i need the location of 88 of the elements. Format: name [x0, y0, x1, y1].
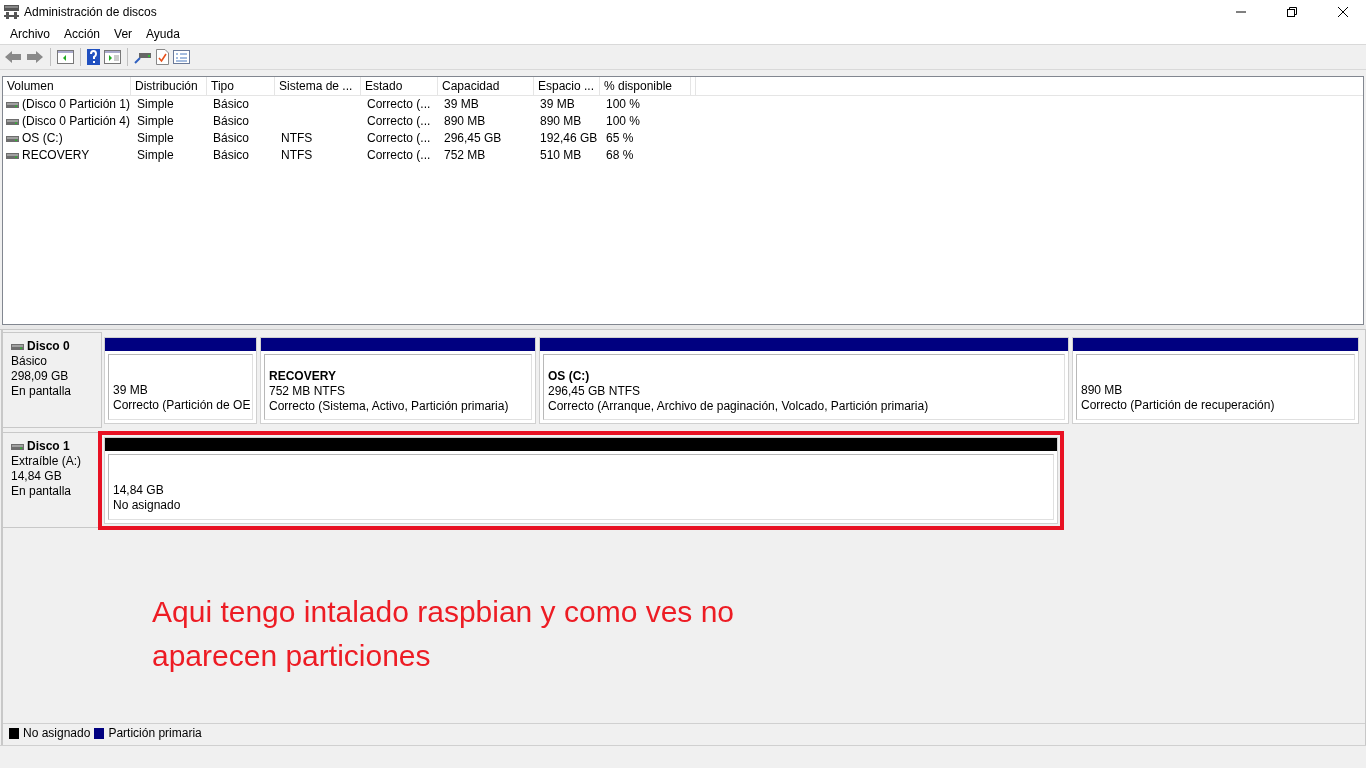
restore-icon[interactable]	[1287, 7, 1297, 17]
window-title: Administración de discos	[24, 5, 158, 19]
column-header[interactable]: % disponible	[600, 77, 691, 95]
table-cell: Correcto (...	[367, 96, 431, 113]
table-cell: 752 MB	[444, 147, 486, 164]
table-cell: (Disco 0 Partición 4)	[22, 113, 131, 130]
partition-block[interactable]: RECOVERY 752 MB NTFS Correcto (Sistema, Activo, Partición primaria)	[260, 337, 536, 424]
menu-item[interactable]: Acción	[57, 27, 108, 41]
partition-status: Correcto (Partición de OE	[113, 398, 248, 413]
legend-label: Partición primaria	[108, 726, 202, 740]
disk-label-panel[interactable]: Disco 0 Básico 298,09 GB En pantalla	[3, 332, 102, 428]
table-cell: 890 MB	[444, 113, 486, 130]
table-cell: Simple	[137, 130, 174, 147]
partition-size: 890 MB	[1081, 383, 1124, 398]
partition-name: OS (C:)	[548, 368, 591, 384]
forward-arrow-icon[interactable]	[26, 50, 44, 64]
table-cell: Simple	[137, 147, 174, 164]
partition-size: 296,45 GB NTFS	[548, 383, 642, 399]
table-cell: Básico	[213, 130, 250, 147]
table-cell: Correcto (...	[367, 147, 431, 164]
legend-label: No asignado	[23, 726, 91, 740]
table-cell: NTFS	[281, 147, 313, 164]
action-pane-icon[interactable]	[104, 50, 121, 64]
disk-type: Básico	[11, 354, 49, 369]
partition-block[interactable]: 39 MB Correcto (Partición de OE	[104, 337, 257, 424]
help-icon[interactable]	[87, 49, 100, 65]
menu-item[interactable]: Ayuda	[139, 27, 187, 41]
checklist-document-icon[interactable]	[156, 49, 169, 65]
table-cell: RECOVERY	[22, 147, 90, 164]
drive-icon	[11, 343, 24, 350]
back-arrow-icon[interactable]	[4, 50, 22, 64]
connect-icon[interactable]	[134, 50, 152, 64]
drive-icon	[6, 118, 19, 125]
table-cell: 39 MB	[444, 96, 479, 113]
table-cell: 100 %	[606, 113, 641, 130]
partition-size: 14,84 GB	[113, 483, 165, 498]
table-cell: Básico	[213, 113, 250, 130]
table-cell: Simple	[137, 96, 174, 113]
partition-status: Correcto (Sistema, Activo, Partición primaria)	[269, 398, 510, 414]
table-cell: 296,45 GB	[444, 130, 502, 147]
table-cell: Correcto (...	[367, 130, 431, 147]
close-icon[interactable]	[1338, 7, 1348, 17]
disk-type: Extraíble (A:)	[11, 454, 83, 469]
console-tree-icon[interactable]	[57, 50, 74, 64]
disk-size: 298,09 GB	[11, 369, 70, 384]
menu-item[interactable]: Ver	[107, 27, 140, 41]
table-cell: 39 MB	[540, 96, 575, 113]
table-cell: Simple	[137, 113, 174, 130]
drive-icon	[6, 152, 19, 159]
disk-name: Disco 1	[27, 439, 70, 454]
table-cell: 192,46 GB	[540, 130, 598, 147]
table-cell: NTFS	[281, 130, 313, 147]
disk-status: En pantalla	[11, 484, 73, 499]
partition-size: 752 MB NTFS	[269, 383, 347, 399]
table-cell: Básico	[213, 147, 250, 164]
column-header[interactable]: Capacidad	[438, 77, 534, 95]
table-cell: 510 MB	[540, 147, 582, 164]
disk-size: 14,84 GB	[11, 469, 63, 484]
column-header[interactable]: Estado	[361, 77, 438, 95]
table-cell: (Disco 0 Partición 1)	[22, 96, 131, 113]
drive-icon	[6, 135, 19, 142]
table-cell: 890 MB	[540, 113, 582, 130]
partition-size: 39 MB	[113, 383, 149, 398]
column-header[interactable]: Volumen	[3, 77, 131, 95]
column-header[interactable]: Espacio ...	[534, 77, 600, 95]
column-header[interactable]: Tipo	[207, 77, 275, 95]
partition-status: Correcto (Arranque, Archivo de paginación, Volcado, Partición primaria)	[548, 398, 930, 414]
table-cell: 68 %	[606, 147, 634, 164]
table-cell: 65 %	[606, 130, 634, 147]
partition-block[interactable]: 890 MB Correcto (Partición de recuperación)	[1072, 337, 1359, 424]
drive-icon	[6, 101, 19, 108]
partition-status: No asignado	[113, 498, 182, 513]
disk-status: En pantalla	[11, 384, 73, 399]
table-cell: Básico	[213, 96, 250, 113]
column-header[interactable]: Sistema de ...	[275, 77, 361, 95]
table-cell: OS (C:)	[22, 130, 63, 147]
drive-icon	[11, 443, 24, 450]
partition-status: Correcto (Partición de recuperación)	[1081, 398, 1276, 413]
disk-management-icon	[4, 5, 19, 19]
column-header[interactable]: Distribución	[131, 77, 207, 95]
properties-icon[interactable]	[173, 50, 190, 64]
disk-name: Disco 0	[27, 339, 70, 354]
annotation-text: Aqui tengo intalado raspbian y como ves no aparecen particiones	[151, 594, 736, 674]
table-cell: 100 %	[606, 96, 641, 113]
partition-name: RECOVERY	[269, 368, 337, 384]
table-cell: Correcto (...	[367, 113, 431, 130]
menu-item[interactable]: Archivo	[3, 27, 57, 41]
partition-block[interactable]: OS (C:) 296,45 GB NTFS Correcto (Arranque, Archivo de paginación, Volcado, Partición primaria)	[539, 337, 1069, 424]
